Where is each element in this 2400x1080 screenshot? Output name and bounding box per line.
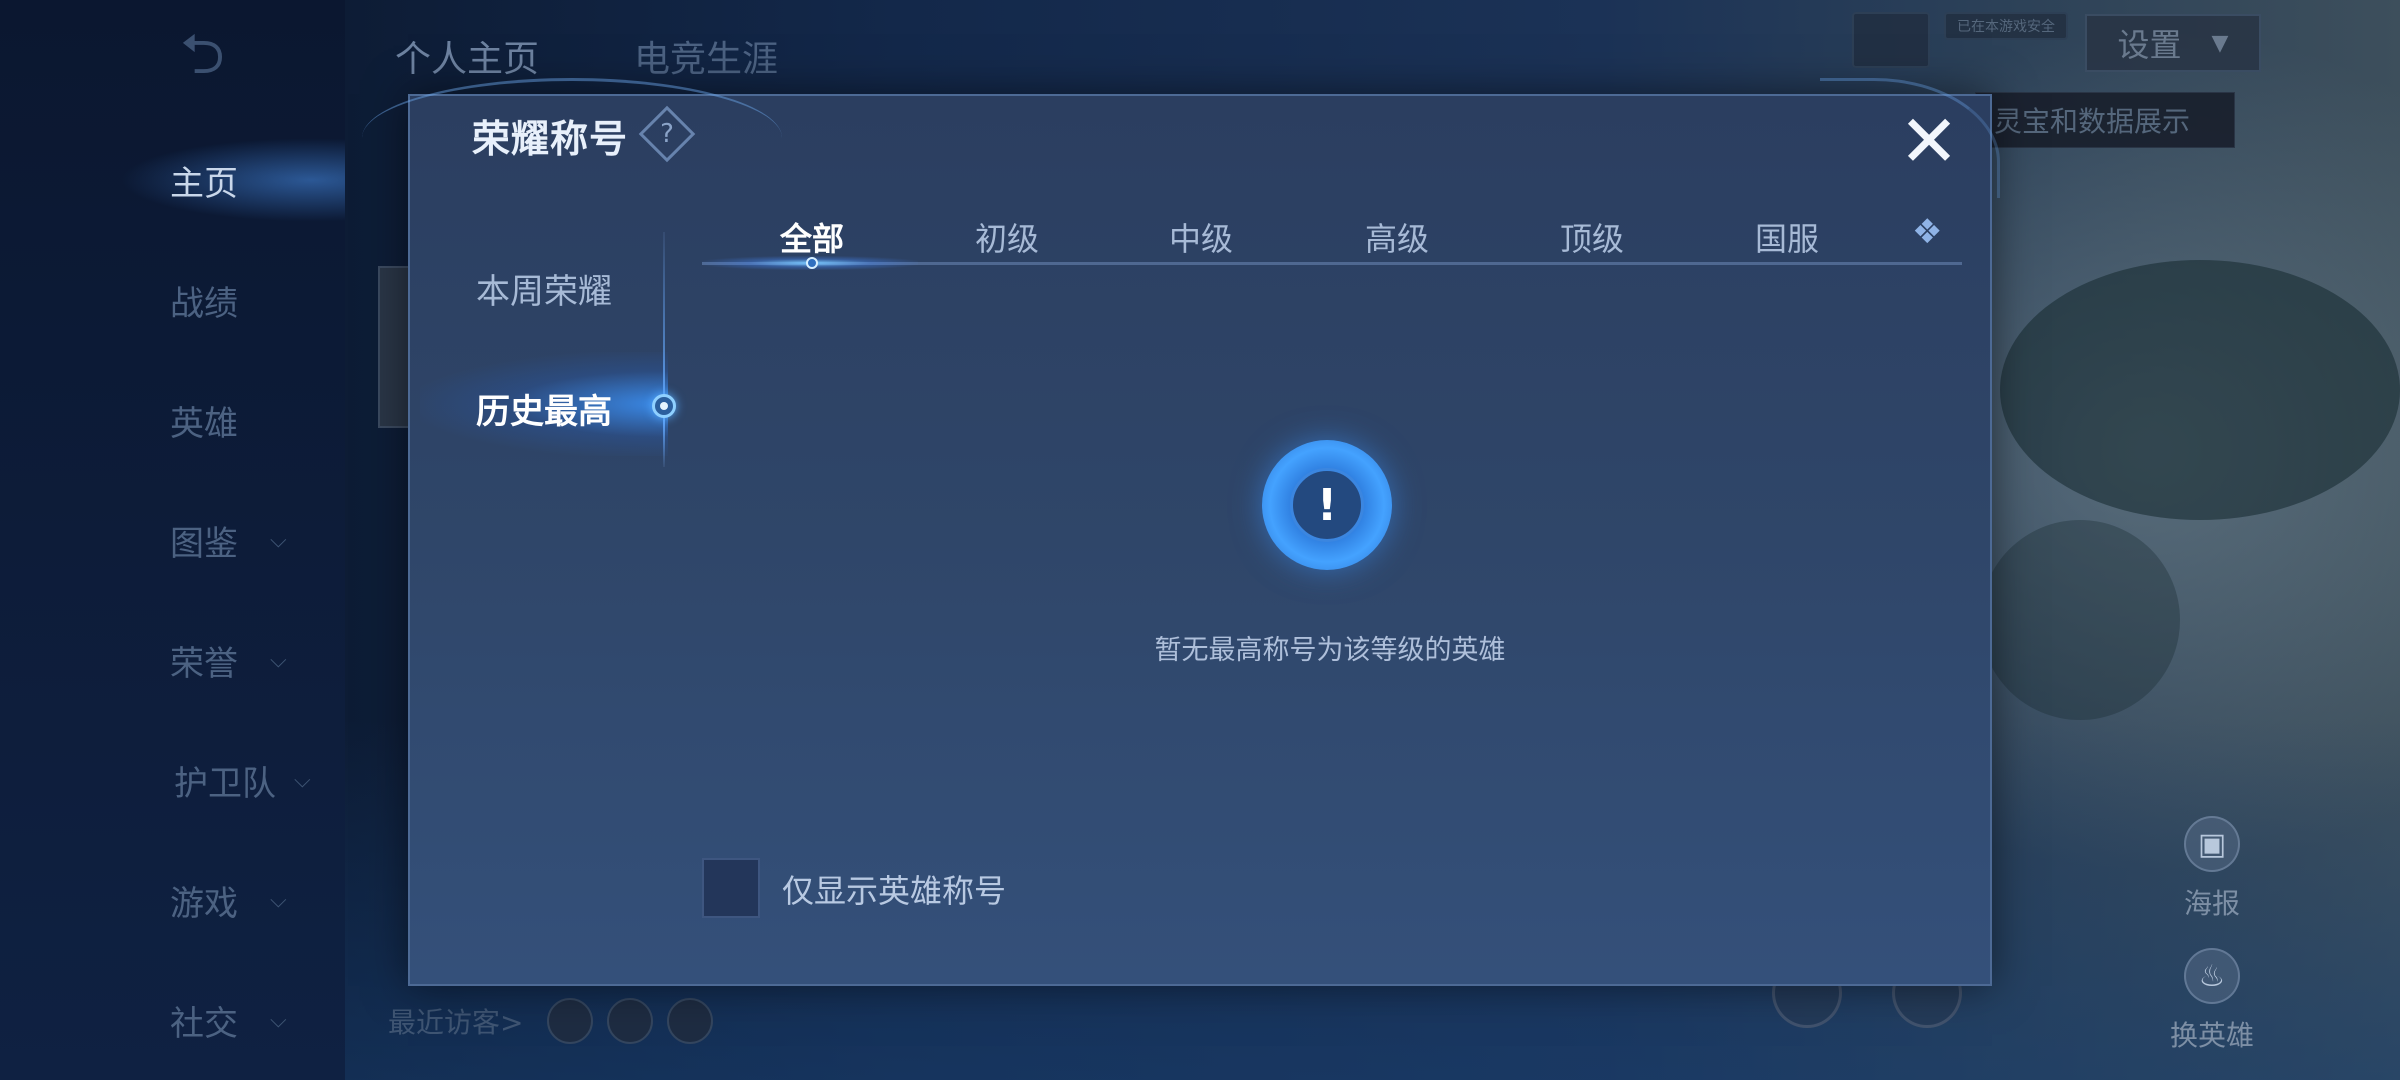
level-tab-intermediate[interactable]: 中级 xyxy=(1131,214,1271,260)
poster-button[interactable]: ▣ 海报 xyxy=(2152,816,2272,922)
chevron-down-icon: ▼ xyxy=(2211,30,2229,56)
hero-title-only-checkbox[interactable] xyxy=(702,858,760,918)
change-hero-label: 换英雄 xyxy=(2169,1019,2254,1052)
left-nav: ⮌ 主页 战绩 英雄 图鉴 ⌵ 荣誉 ⌵ 护卫队 ⌵ 游戏 ⌵ 社交 ⌵ xyxy=(0,0,345,1080)
background-rock xyxy=(1980,520,2180,720)
exclamation-mark: ! xyxy=(1290,468,1364,542)
chevron-down-icon: ⌵ xyxy=(270,527,287,553)
visitor-avatar[interactable] xyxy=(667,998,714,1044)
settings-button[interactable]: 设置 ▼ xyxy=(2085,14,2261,72)
level-tab-all[interactable]: 全部 xyxy=(742,214,882,260)
nav-item-honors[interactable]: 荣誉 ⌵ xyxy=(170,630,340,690)
nav-item-label: 图鉴 xyxy=(170,523,238,564)
tooltip-text: 灵宝和数据展示 xyxy=(1994,105,2191,138)
visitors-label: 最近访客> xyxy=(388,1006,524,1039)
exclamation-icon: ! xyxy=(1262,440,1392,570)
settings-label: 设置 xyxy=(2117,26,2182,64)
nav-item-label: 战绩 xyxy=(170,283,238,324)
nav-item-label: 游戏 xyxy=(170,883,238,924)
profile-card-edge xyxy=(378,266,410,428)
tab-esports-career[interactable]: 电竞生涯 xyxy=(634,30,778,82)
info-tooltip: 灵宝和数据展示 xyxy=(1975,92,2235,148)
recent-visitors[interactable]: 最近访客> xyxy=(388,998,714,1044)
chevron-down-icon: ⌵ xyxy=(270,647,287,673)
side-tab-indicator-dot xyxy=(652,394,676,418)
nav-item-label: 主页 xyxy=(170,163,238,204)
level-tab-beginner[interactable]: 初级 xyxy=(937,214,1077,260)
flame-icon: ♨ xyxy=(2184,948,2240,1004)
empty-state-text: 暂无最高称号为该等级的英雄 xyxy=(1154,635,1506,666)
chevron-down-icon: ⌵ xyxy=(270,887,287,913)
hero-title-only-label[interactable]: 仅显示英雄称号 xyxy=(782,866,1006,912)
visitor-avatar[interactable] xyxy=(547,998,594,1044)
level-tab-top[interactable]: 顶级 xyxy=(1522,214,1662,260)
tab-profile[interactable]: 个人主页 xyxy=(395,30,539,82)
nav-item-games[interactable]: 游戏 ⌵ xyxy=(170,870,340,930)
poster-icon: ▣ xyxy=(2184,816,2240,872)
poster-label: 海报 xyxy=(2183,887,2240,920)
nav-item-label: 英雄 xyxy=(170,403,238,444)
status-badge: 已在本游戏安全 xyxy=(1944,12,2068,40)
nav-item-records[interactable]: 战绩 xyxy=(170,270,340,330)
nav-item-heroes[interactable]: 英雄 xyxy=(170,390,340,450)
back-button[interactable]: ⮌ xyxy=(180,27,280,83)
chevron-down-icon: ⌵ xyxy=(270,1007,287,1033)
nav-item-social[interactable]: 社交 ⌵ xyxy=(170,990,340,1050)
level-tab-advanced[interactable]: 高级 xyxy=(1327,214,1467,260)
chevron-down-icon: ⌵ xyxy=(294,767,311,793)
background-tree xyxy=(2000,260,2400,520)
nav-item-home[interactable]: 主页 xyxy=(170,150,340,210)
level-tabs: 全部 初级 中级 高级 顶级 国服 xyxy=(702,206,1962,266)
avatar[interactable] xyxy=(1852,12,1930,68)
nav-item-label: 荣誉 xyxy=(170,643,238,684)
nav-item-label: 护卫队 xyxy=(174,763,276,804)
more-tabs-icon[interactable]: ❖ xyxy=(1912,212,1942,252)
side-tab-divider xyxy=(663,232,665,467)
close-button[interactable]: ✕ xyxy=(1896,105,1962,177)
side-tab-historical-best[interactable]: 历史最高 xyxy=(476,384,612,433)
dialog-title: 荣耀称号 xyxy=(472,117,629,161)
change-hero-button[interactable]: ♨ 换英雄 xyxy=(2152,948,2272,1054)
side-tab-weekly-honor[interactable]: 本周荣耀 xyxy=(476,264,612,313)
nav-item-collection[interactable]: 图鉴 ⌵ xyxy=(170,510,340,570)
nav-item-label: 社交 xyxy=(170,1003,238,1044)
level-tab-national[interactable]: 国服 xyxy=(1717,214,1857,260)
visitor-avatar[interactable] xyxy=(607,998,654,1044)
nav-item-guard-team[interactable]: 护卫队 ⌵ xyxy=(174,750,344,810)
